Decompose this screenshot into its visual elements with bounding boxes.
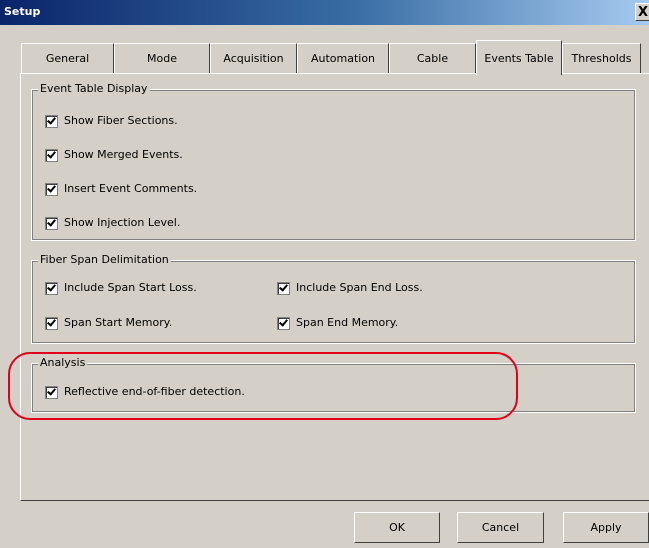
checkbox-check-icon (45, 183, 58, 196)
span-start-memory-checkbox[interactable]: Span Start Memory. (45, 316, 172, 330)
fiber-span-delimitation-group: Fiber Span Delimitation Include Span Sta… (31, 253, 636, 344)
event-table-display-title: Event Table Display (38, 82, 150, 95)
event-table-display-group: Event Table Display Show Fiber Sections.… (31, 82, 636, 241)
checkbox-check-icon (277, 282, 290, 295)
checkbox-label: Span Start Memory. (64, 316, 173, 329)
title-bar: Setup (0, 0, 649, 25)
include-span-end-loss-checkbox[interactable]: Include Span End Loss. (277, 281, 423, 295)
checkbox-check-icon (45, 217, 58, 230)
annotation-highlight (8, 352, 518, 420)
checkbox-check-icon (45, 317, 58, 330)
tab-cable[interactable]: Cable (389, 43, 476, 73)
include-span-start-loss-checkbox[interactable]: Include Span Start Loss. (45, 281, 197, 295)
checkbox-check-icon (45, 115, 58, 128)
setup-dialog: Setup X General Mode Acquisition Automat… (0, 0, 649, 548)
tab-thresholds[interactable]: Thresholds (562, 43, 641, 73)
fiber-span-delimitation-title: Fiber Span Delimitation (38, 253, 171, 266)
checkbox-label: Show Fiber Sections. (64, 114, 178, 127)
checkbox-check-icon (45, 282, 58, 295)
tab-events-table[interactable]: Events Table (476, 40, 562, 75)
checkbox-label: Span End Memory. (296, 316, 399, 329)
apply-button[interactable]: Apply (563, 512, 649, 543)
checkbox-check-icon (277, 317, 290, 330)
close-button[interactable]: X (635, 3, 649, 21)
checkbox-check-icon (45, 149, 58, 162)
checkbox-label: Insert Event Comments. (64, 182, 198, 195)
checkbox-label: Include Span Start Loss. (64, 281, 197, 294)
checkbox-label: Show Merged Events. (64, 148, 183, 161)
ok-button[interactable]: OK (354, 512, 440, 543)
show-fiber-sections-checkbox[interactable]: Show Fiber Sections. (45, 114, 178, 128)
events-table-panel: Event Table Display Show Fiber Sections.… (20, 73, 649, 501)
checkbox-label: Include Span End Loss. (296, 281, 423, 294)
window-title: Setup (4, 5, 41, 18)
tab-general[interactable]: General (21, 43, 114, 73)
checkbox-label: Show Injection Level. (64, 216, 181, 229)
cancel-button[interactable]: Cancel (457, 512, 544, 543)
tab-mode[interactable]: Mode (114, 43, 210, 73)
span-end-memory-checkbox[interactable]: Span End Memory. (277, 316, 398, 330)
tab-acquisition[interactable]: Acquisition (210, 43, 297, 73)
insert-event-comments-checkbox[interactable]: Insert Event Comments. (45, 182, 197, 196)
show-merged-events-checkbox[interactable]: Show Merged Events. (45, 148, 183, 162)
show-injection-level-checkbox[interactable]: Show Injection Level. (45, 216, 180, 230)
tab-automation[interactable]: Automation (297, 43, 389, 73)
